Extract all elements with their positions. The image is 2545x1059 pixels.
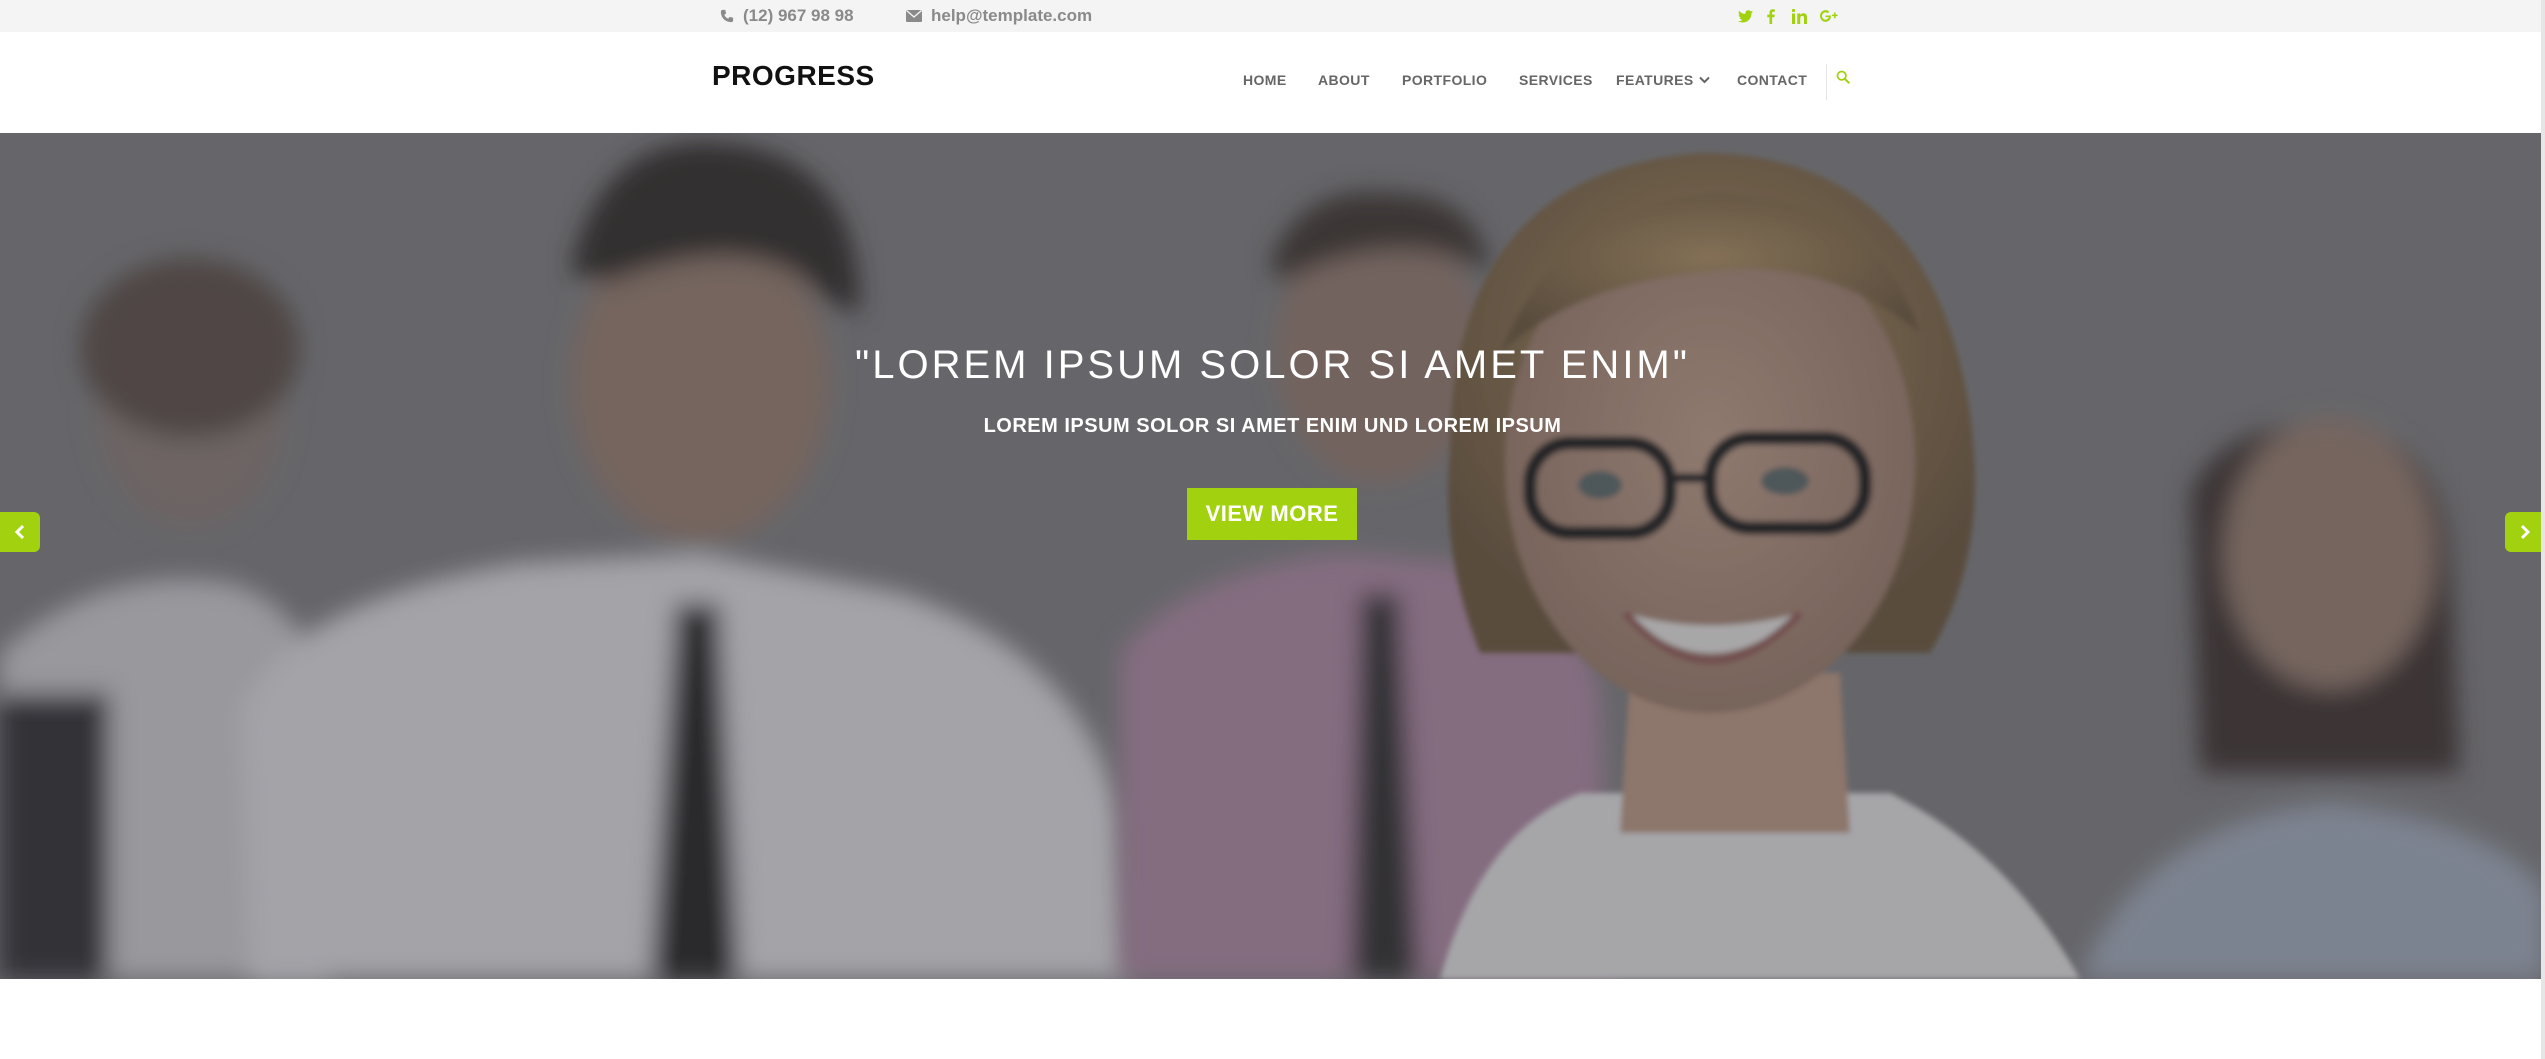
nav-services[interactable]: SERVICES [1519, 72, 1593, 88]
twitter-link[interactable] [1736, 0, 1754, 32]
google-plus-link[interactable] [1818, 0, 1840, 32]
top-bar: (12) 967 98 98 help@template.com [0, 0, 2545, 32]
scrollbar[interactable] [2541, 0, 2545, 1059]
phone-contact[interactable]: (12) 967 98 98 [720, 0, 854, 32]
nav-features[interactable]: FEATURES [1616, 72, 1710, 88]
google-plus-icon [1820, 10, 1838, 22]
hero-title: "LOREM IPSUM SOLOR SI AMET ENIM" [855, 343, 1690, 387]
facebook-link[interactable] [1764, 0, 1778, 32]
linkedin-link[interactable] [1789, 0, 1809, 32]
email-address: help@template.com [931, 6, 1093, 25]
envelope-icon [906, 10, 922, 22]
hero-subtitle: LOREM IPSUM SOLOR SI AMET ENIM UND LOREM… [983, 415, 1562, 437]
slider-next-button[interactable] [2505, 512, 2545, 552]
email-contact[interactable]: help@template.com [906, 0, 1092, 32]
site-logo[interactable]: PROGRESS [712, 60, 875, 92]
view-more-button[interactable]: VIEW MORE [1187, 488, 1357, 540]
linkedin-icon [1791, 8, 1807, 24]
search-button[interactable] [1832, 66, 1854, 88]
chevron-right-icon [2520, 524, 2531, 540]
site-header: PROGRESS HOME ABOUT PORTFOLIO SERVICES F… [0, 32, 2545, 133]
nav-home[interactable]: HOME [1243, 72, 1287, 88]
search-icon [1836, 70, 1850, 84]
slider-prev-button[interactable] [0, 512, 40, 552]
nav-portfolio[interactable]: PORTFOLIO [1402, 72, 1487, 88]
nav-contact[interactable]: CONTACT [1737, 72, 1807, 88]
nav-about[interactable]: ABOUT [1318, 72, 1370, 88]
facebook-icon [1767, 8, 1775, 24]
twitter-icon [1737, 9, 1753, 22]
nav-features-label: FEATURES [1616, 72, 1694, 88]
phone-number: (12) 967 98 98 [743, 6, 854, 25]
chevron-down-icon [1698, 76, 1710, 84]
phone-icon [720, 9, 734, 23]
nav-divider [1826, 64, 1827, 100]
hero-background-image [0, 133, 2545, 979]
chevron-left-icon [14, 524, 25, 540]
hero-slider: "LOREM IPSUM SOLOR SI AMET ENIM" LOREM I… [0, 133, 2545, 979]
